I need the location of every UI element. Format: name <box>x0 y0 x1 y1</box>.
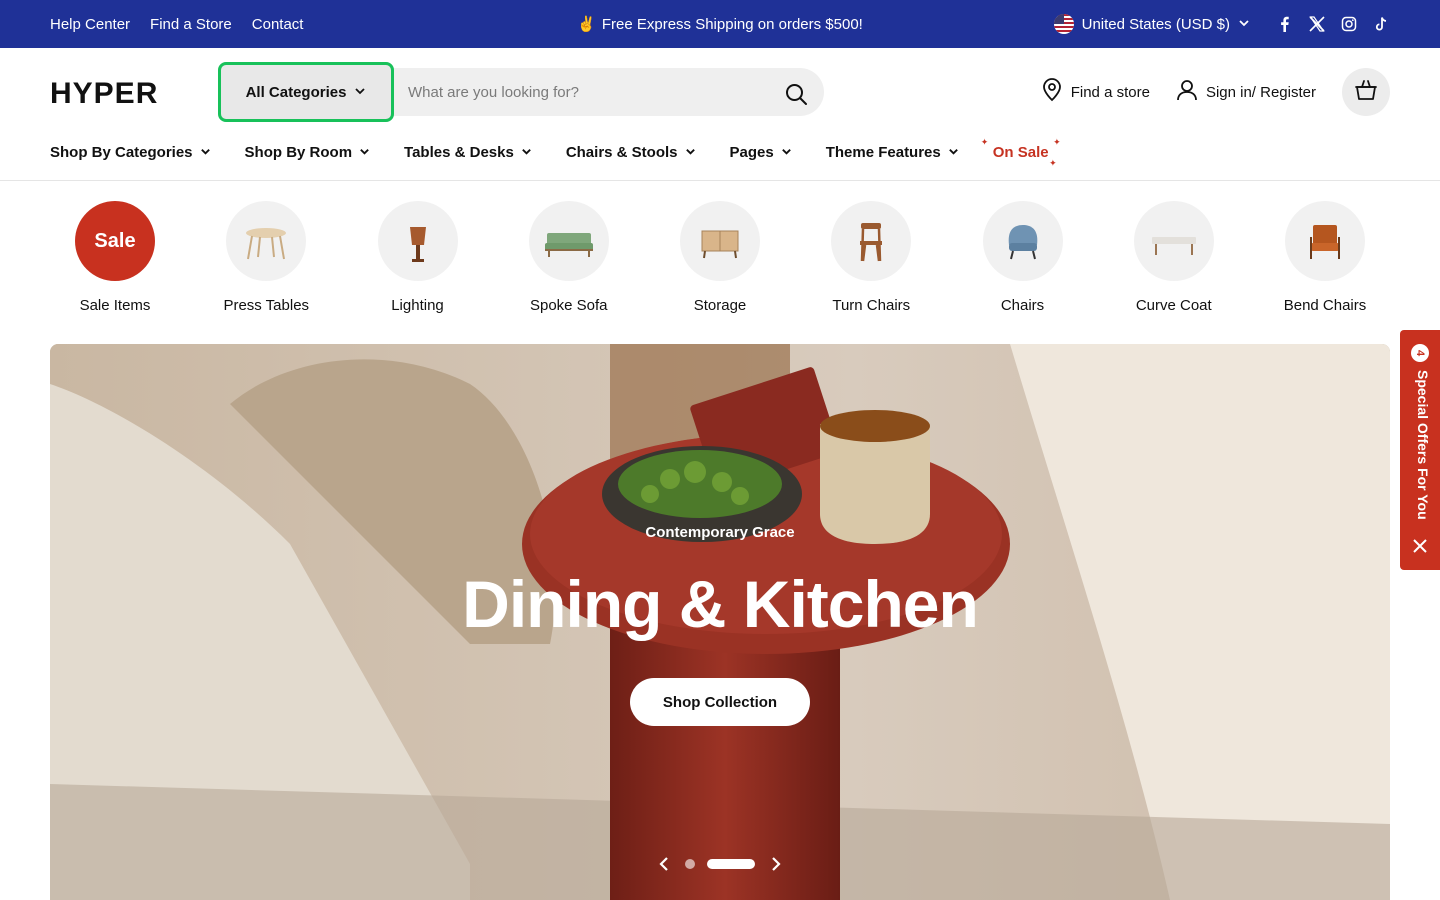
category-press-tables[interactable]: Press Tables <box>191 201 341 321</box>
slide-dot[interactable] <box>685 859 696 869</box>
category-sale-items[interactable]: Sale Sale Items <box>40 201 190 321</box>
sign-in-link[interactable]: Sign in/ Register <box>1176 79 1316 105</box>
nav-tables-desks[interactable]: Tables & Desks <box>404 144 532 161</box>
nav-shop-by-categories[interactable]: Shop By Categories <box>50 144 211 161</box>
search-bar: All Categories <box>218 62 824 122</box>
offer-count-badge: 4 <box>1411 344 1429 362</box>
x-icon[interactable] <box>1308 15 1326 33</box>
chevron-down-icon <box>354 84 366 101</box>
category-carousel: Sale Sale Items Press Tables Lighting Sp… <box>40 201 1400 321</box>
chevron-down-icon <box>521 144 532 161</box>
currency-selector[interactable]: United States (USD $) <box>1053 14 1250 34</box>
social-links <box>1276 15 1390 33</box>
category-storage[interactable]: Storage <box>645 201 795 321</box>
wooden-chair-image <box>831 201 912 281</box>
category-label: Spoke Sofa <box>529 297 608 314</box>
find-store-link[interactable]: Find a store <box>1041 78 1150 106</box>
currency-label: United States (USD $) <box>1081 15 1230 33</box>
find-store-label: Find a store <box>1070 83 1150 101</box>
user-icon <box>1176 79 1198 105</box>
sparkle-icon: ✦ <box>1053 136 1061 147</box>
category-spoke-sofa[interactable]: Spoke Sofa <box>494 201 644 321</box>
chevron-down-icon <box>685 144 696 161</box>
category-label: Storage <box>693 297 747 314</box>
facebook-icon[interactable] <box>1276 15 1294 33</box>
sparkle-icon: ✦ <box>1049 157 1057 168</box>
category-label: Press Tables <box>223 297 310 314</box>
bench-image <box>1133 201 1214 281</box>
nav-theme-features[interactable]: Theme Features <box>826 144 959 161</box>
chevron-down-icon <box>781 144 792 161</box>
shopping-basket-icon <box>1354 79 1378 106</box>
category-turn-chairs[interactable]: Turn Chairs <box>796 201 946 321</box>
sparkle-icon: ✦ <box>980 136 989 147</box>
chevron-down-icon <box>359 144 370 161</box>
site-header: HYPER All Categories Find a store Sign i… <box>0 48 1440 136</box>
nav-on-sale[interactable]: ✦ On Sale ✦ ✦ <box>981 137 1061 167</box>
lounge-chair-image <box>1285 201 1365 281</box>
slider-controls <box>654 852 786 876</box>
instagram-icon[interactable] <box>1340 15 1358 33</box>
find-a-store-link[interactable]: Find a Store <box>150 16 232 33</box>
lamp-image <box>377 201 458 281</box>
shop-collection-button[interactable]: Shop Collection <box>630 678 810 726</box>
category-label: Sale Items <box>79 297 151 314</box>
us-flag-icon <box>1053 14 1074 34</box>
map-pin-icon <box>1041 78 1063 106</box>
category-label: Turn Chairs <box>832 297 911 314</box>
chevron-down-icon <box>948 144 959 161</box>
special-offers-tab[interactable]: 4 Special Offers For You <box>1400 330 1440 570</box>
chevron-down-icon <box>1238 16 1250 33</box>
help-center-link[interactable]: Help Center <box>50 16 130 33</box>
category-bend-chairs[interactable]: Bend Chairs <box>1250 201 1400 321</box>
category-chairs[interactable]: Chairs <box>948 201 1098 321</box>
category-label: Bend Chairs <box>1283 297 1367 314</box>
peace-hand-icon: ✌️ <box>577 16 596 33</box>
cart-button[interactable] <box>1342 68 1390 116</box>
nav-pages[interactable]: Pages <box>730 144 792 161</box>
site-logo[interactable]: HYPER <box>50 77 158 111</box>
utility-links: Help Center Find a Store Contact <box>50 0 303 48</box>
tiktok-icon[interactable] <box>1372 15 1390 33</box>
hero-subtitle: Contemporary Grace <box>645 524 795 541</box>
armchair-image <box>982 201 1063 281</box>
round-table-image <box>226 201 307 281</box>
chevron-right-icon[interactable] <box>766 854 786 874</box>
special-offers-label: Special Offers For You <box>1415 370 1431 520</box>
announcement-bar: Help Center Find a Store Contact ✌️ Free… <box>0 0 1440 48</box>
all-categories-label: All Categories <box>245 83 347 101</box>
chevron-left-icon[interactable] <box>654 854 674 874</box>
nav-shop-by-room[interactable]: Shop By Room <box>245 144 371 161</box>
sofa-image <box>528 201 609 281</box>
search-input[interactable] <box>398 68 768 116</box>
close-icon[interactable] <box>1412 538 1428 554</box>
main-navigation: Shop By Categories Shop By Room Tables &… <box>0 136 1440 181</box>
sale-badge: Sale <box>75 201 155 281</box>
sideboard-image <box>680 201 760 281</box>
category-label: Lighting <box>391 297 444 314</box>
hero-banner: Contemporary Grace Dining & Kitchen Shop… <box>50 344 1390 900</box>
category-label: Curve Coat <box>1135 297 1212 314</box>
search-icon[interactable] <box>784 82 808 106</box>
all-categories-dropdown[interactable]: All Categories <box>218 62 394 122</box>
sign-in-label: Sign in/ Register <box>1205 83 1316 101</box>
promo-text: Free Express Shipping on orders $500! <box>601 15 863 33</box>
category-label: Chairs <box>1000 297 1045 314</box>
nav-chairs-stools[interactable]: Chairs & Stools <box>566 144 696 161</box>
contact-link[interactable]: Contact <box>252 16 304 33</box>
category-curve-coat[interactable]: Curve Coat <box>1099 201 1249 321</box>
category-lighting[interactable]: Lighting <box>343 201 493 321</box>
hero-title: Dining & Kitchen <box>462 567 979 641</box>
slide-dot-active[interactable] <box>706 859 755 869</box>
chevron-down-icon <box>200 144 211 161</box>
